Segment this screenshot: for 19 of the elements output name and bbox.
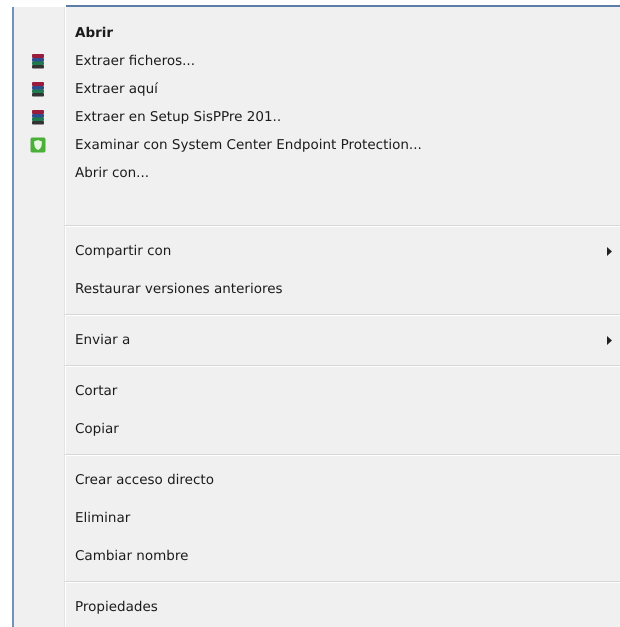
menu-item[interactable]: Cambiar nombre	[75, 548, 188, 564]
menu-item[interactable]: Propiedades	[75, 599, 158, 615]
menu-item[interactable]: Abrir	[75, 25, 114, 41]
menu-item[interactable]: Abrir con...	[75, 165, 150, 181]
book-stack-icon	[31, 81, 45, 97]
menu-item[interactable]: Extraer ficheros...	[75, 53, 195, 69]
shield-icon	[30, 137, 46, 153]
menu-item[interactable]: Crear acceso directo	[75, 472, 214, 488]
book-stack-icon	[31, 109, 45, 125]
menu-item[interactable]: Copiar	[75, 421, 119, 437]
menu-item[interactable]: Eliminar	[75, 510, 130, 526]
menu-item[interactable]: Restaurar versiones anteriores	[75, 281, 283, 297]
menu-item[interactable]: Extraer en Setup SisPPre 201..	[75, 109, 282, 125]
menu-item[interactable]: Examinar con System Center Endpoint Protection...	[75, 137, 422, 153]
menu-item[interactable]: Enviar a	[75, 332, 130, 348]
menu-item[interactable]: Cortar	[75, 383, 118, 399]
book-stack-icon	[31, 53, 45, 69]
menu-item[interactable]: Compartir con	[75, 243, 172, 259]
menu-item[interactable]: Extraer aquí	[75, 81, 158, 97]
